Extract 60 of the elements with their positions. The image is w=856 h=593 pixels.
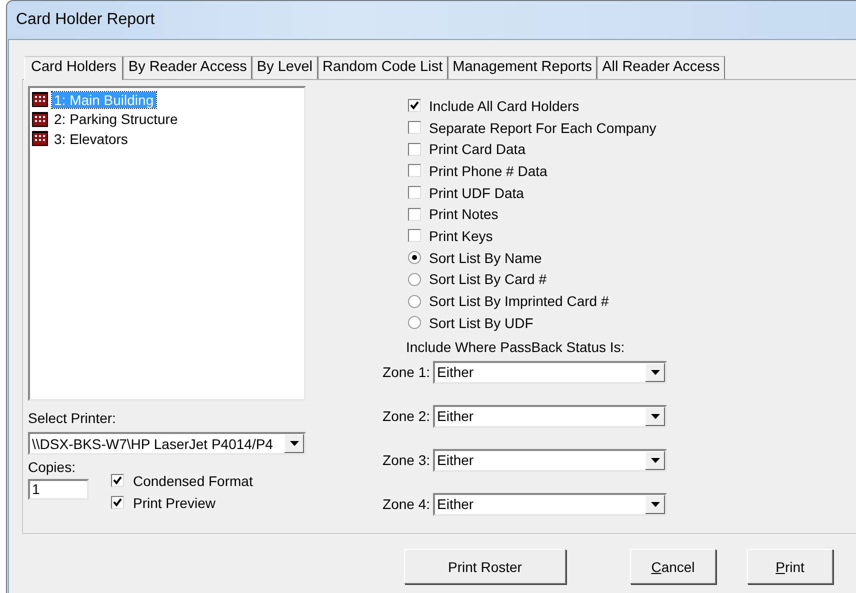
checkbox[interactable] (408, 99, 421, 112)
radio-button[interactable] (408, 316, 421, 330)
option-label: Sort List By UDF (429, 314, 534, 331)
checkbox-label: Print Preview (133, 494, 216, 511)
list-item[interactable]: 3: Elevators (52, 130, 130, 147)
dialog-button[interactable]: Print Roster (404, 549, 566, 584)
option-label: Print Notes (429, 206, 498, 222)
checkbox[interactable] (408, 186, 421, 200)
zone-label: Zone 3: (382, 452, 430, 468)
tab[interactable]: Card Holders (24, 56, 124, 80)
checkbox-label: Condensed Format (133, 472, 253, 489)
dialog-button[interactable]: Print (747, 549, 833, 584)
zone-dropdown[interactable]: Either (433, 492, 667, 516)
tab[interactable]: Random Code List (318, 56, 448, 79)
zone-label: Zone 2: (382, 408, 430, 424)
caret-icon (650, 370, 660, 375)
checkbox[interactable] (408, 229, 421, 242)
checkbox[interactable] (408, 121, 421, 134)
building-icon (32, 131, 48, 146)
checkbox[interactable] (408, 208, 421, 221)
zone-dropdown[interactable]: Either (433, 404, 667, 428)
caret-icon (650, 414, 660, 419)
building-icon (32, 92, 48, 108)
passback-heading: Include Where PassBack Status Is: (406, 338, 626, 355)
building-icon (32, 112, 48, 127)
caret-icon (650, 458, 660, 463)
option-label: Include All Card Holders (429, 98, 580, 114)
tab[interactable]: By Reader Access (123, 56, 252, 79)
radio-button[interactable] (408, 251, 421, 264)
location-list[interactable]: 1: Main Building 2: Parking Structure 3: Elevators (28, 86, 306, 401)
option-label: Sort List By Card # (429, 271, 546, 288)
radio-button[interactable] (408, 272, 421, 286)
tab[interactable]: All Reader Access (597, 56, 725, 79)
tab[interactable]: Management Reports (448, 56, 598, 79)
caret-icon (650, 502, 660, 507)
option-label: Print Phone # Data (429, 162, 548, 179)
radio-button[interactable] (408, 294, 421, 308)
option-label: Separate Report For Each Company (429, 120, 656, 136)
caret-icon (290, 441, 298, 446)
checkbox[interactable] (111, 474, 124, 488)
checkbox[interactable] (408, 142, 421, 156)
zone-dropdown[interactable]: Either (433, 360, 667, 384)
list-item[interactable]: 2: Parking Structure (52, 111, 180, 128)
dialog-button[interactable]: Cancel (630, 549, 716, 584)
tab[interactable]: By Level (252, 56, 318, 79)
zone-dropdown[interactable]: Either (433, 448, 667, 472)
option-label: Print UDF Data (429, 184, 524, 201)
option-label: Print Card Data (429, 141, 526, 158)
zone-label: Zone 1: (382, 364, 430, 380)
zone-label: Zone 4: (382, 496, 430, 512)
copies-label: Copies: (28, 459, 76, 475)
copies-field[interactable]: 1 (28, 479, 89, 500)
option-label: Sort List By Imprinted Card # (429, 293, 609, 310)
printer-label: Select Printer: (28, 410, 117, 426)
checkbox[interactable] (111, 496, 124, 510)
checkbox[interactable] (408, 164, 421, 178)
window-title: Card Holder Report (16, 11, 155, 29)
option-label: Sort List By Name (429, 250, 542, 266)
printer-dropdown[interactable]: \\DSX-BKS-W7\HP LaserJet P4014/P4 (28, 432, 306, 455)
option-label: Print Keys (429, 228, 493, 244)
